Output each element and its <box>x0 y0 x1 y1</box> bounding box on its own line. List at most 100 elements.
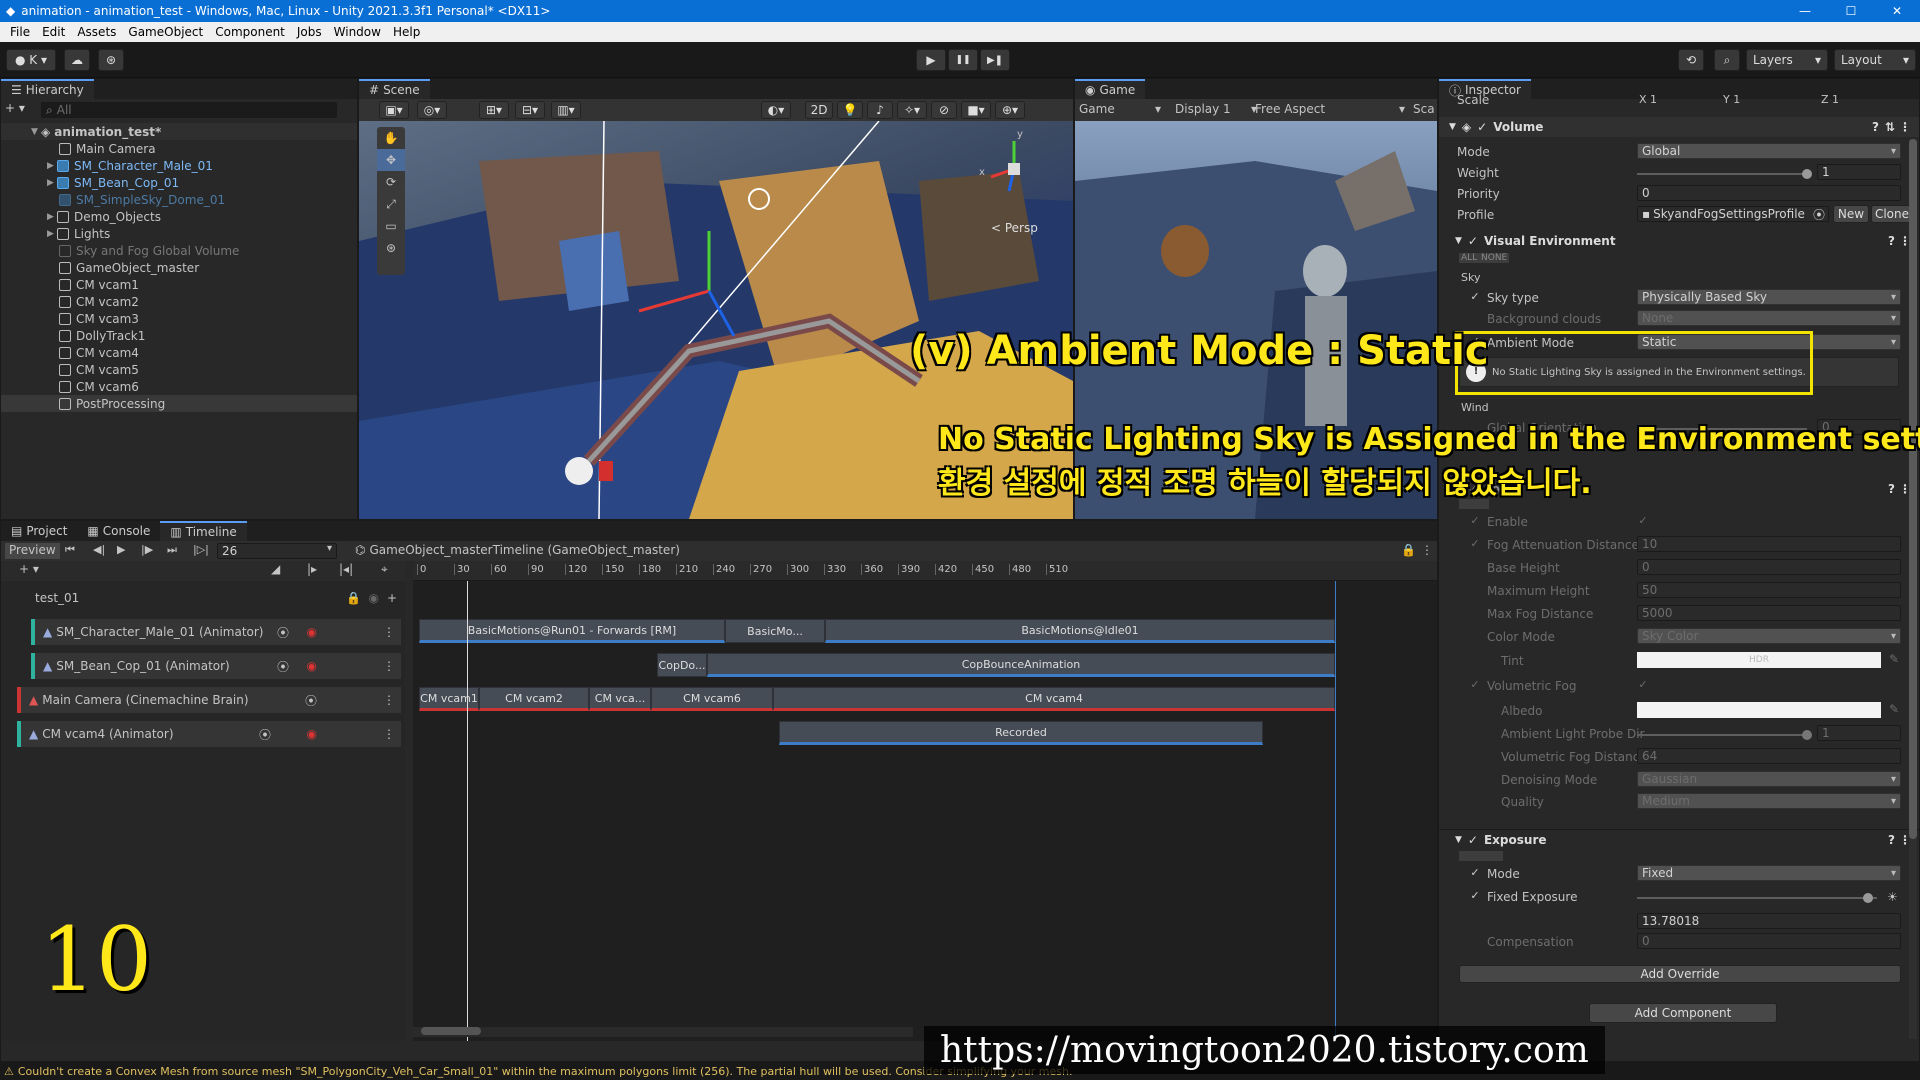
albedo-color-field[interactable] <box>1637 702 1881 718</box>
menu-help[interactable]: Help <box>387 25 426 39</box>
track-main-camera[interactable]: ▲ Main Camera (Cinemachine Brain) ⦿ ⋮ <box>17 687 401 713</box>
draw-mode-button[interactable]: ▣▾ <box>379 101 409 119</box>
weight-slider-track[interactable] <box>1637 173 1807 175</box>
mode-dropdown[interactable]: Global <box>1637 143 1901 159</box>
add-icon[interactable]: + <box>387 591 397 605</box>
visual-environment-header[interactable]: ▼ ✓ Visual Environment ? ⋮ <box>1439 231 1919 251</box>
lighting-toggle[interactable]: 💡 <box>837 101 863 119</box>
base-height-field[interactable]: 0 <box>1637 559 1901 575</box>
help-icon[interactable]: ? <box>1888 234 1895 248</box>
eyedropper-icon[interactable]: ✎ <box>1889 702 1899 716</box>
pause-button[interactable]: ❚❚ <box>948 49 978 71</box>
scale-y-field[interactable]: Y 1 <box>1723 93 1793 106</box>
clip-cm-vcam2[interactable]: CM vcam2 <box>479 687 589 711</box>
step-button[interactable]: ▶❚ <box>980 49 1010 71</box>
scale-x-field[interactable]: X 1 <box>1639 93 1709 106</box>
cloud-button[interactable]: ☁ <box>64 49 90 71</box>
fixed-exposure-field[interactable]: 13.78018 <box>1637 913 1901 929</box>
ripple-mode-icon[interactable]: |▸ <box>307 562 317 576</box>
menu-window[interactable]: Window <box>328 25 387 39</box>
max-fog-distance-field[interactable]: 5000 <box>1637 605 1901 621</box>
preset-icon[interactable]: ⇅ <box>1885 120 1895 134</box>
kebab-menu-icon[interactable]: ⋮ <box>383 659 395 673</box>
vol-fog-override-checkbox[interactable]: ✓ <box>1469 679 1481 691</box>
exposure-mode-dropdown[interactable]: Fixed <box>1637 865 1901 881</box>
clip-basicmo[interactable]: BasicMo... <box>725 619 825 643</box>
create-button[interactable]: + ▾ <box>5 101 35 119</box>
fixed-exposure-slider[interactable] <box>1637 897 1877 899</box>
lock-icon[interactable]: 🔒 <box>346 591 361 605</box>
hidden-objects-toggle[interactable]: ⊘ <box>931 101 957 119</box>
hierarchy-item[interactable]: CM vcam2 <box>1 293 139 310</box>
quality-dropdown[interactable]: Medium <box>1637 793 1901 809</box>
menu-assets[interactable]: Assets <box>71 25 122 39</box>
mode-2d-button[interactable]: 2D <box>805 101 833 119</box>
clip-cm-vcam1[interactable]: CM vcam1 <box>419 687 479 711</box>
denoising-mode-dropdown[interactable]: Gaussian <box>1637 771 1901 787</box>
kebab-menu-icon[interactable]: ⋮ <box>1421 543 1433 557</box>
hierarchy-item[interactable]: PostProcessing <box>1 395 357 412</box>
persp-label[interactable]: < Persp <box>991 221 1038 235</box>
scene-root-row[interactable]: ▼ ◈ animation_test* <box>1 123 357 140</box>
snap-icon[interactable]: ⌖ <box>381 562 388 577</box>
color-mode-dropdown[interactable]: Sky Color <box>1637 628 1901 644</box>
clips-area[interactable]: BasicMotions@Run01 - Forwards [RM] Basic… <box>413 581 1437 1041</box>
hierarchy-item[interactable]: DollyTrack1 <box>1 327 145 344</box>
vol-fog-distance-field[interactable]: 64 <box>1637 748 1901 764</box>
add-component-button[interactable]: Add Component <box>1589 1003 1777 1023</box>
camera-settings-button[interactable]: ■▾ <box>961 101 991 119</box>
clone-profile-button[interactable]: Clone <box>1871 205 1913 223</box>
tab-scene[interactable]: # Scene <box>359 79 430 99</box>
volume-enabled-checkbox[interactable]: ✓ <box>1477 120 1487 134</box>
hierarchy-item[interactable]: CM vcam6 <box>1 378 139 395</box>
exp-mode-override-checkbox[interactable]: ✓ <box>1469 867 1481 879</box>
close-button[interactable]: ✕ <box>1874 4 1920 18</box>
clip-edit-mode-icon[interactable]: ◢ <box>271 562 280 576</box>
rotate-tool-icon[interactable]: ⟳ <box>377 171 405 193</box>
tab-project[interactable]: ▤ Project <box>1 521 77 541</box>
track-sm-bean-cop[interactable]: ▲ SM_Bean_Cop_01 (Animator) ⦿ ◉ ⋮ <box>31 653 401 679</box>
priority-field[interactable]: 0 <box>1637 185 1901 201</box>
gizmos-button[interactable]: ⊕▾ <box>995 101 1025 119</box>
scale-tool-icon[interactable]: ⤢ <box>377 193 405 215</box>
tab-game[interactable]: ◉ Game <box>1075 79 1146 99</box>
hierarchy-item[interactable]: CM vcam5 <box>1 361 139 378</box>
sky-type-override-checkbox[interactable]: ✓ <box>1469 291 1481 303</box>
eye-icon[interactable]: ◉ <box>369 591 379 605</box>
kebab-menu-icon[interactable]: ⋮ <box>383 625 395 639</box>
record-icon[interactable]: ◉ <box>307 625 317 639</box>
hierarchy-item[interactable]: SM_SimpleSky_Dome_01 <box>1 191 225 208</box>
clip-idle[interactable]: BasicMotions@Idle01 <box>825 619 1335 643</box>
hand-tool-icon[interactable]: ✋ <box>377 127 405 149</box>
fog-atten-override-checkbox[interactable]: ✓ <box>1469 538 1481 550</box>
hierarchy-item[interactable]: Sky and Fog Global Volume <box>1 242 239 259</box>
rect-tool-icon[interactable]: ▭ <box>377 215 405 237</box>
track-cm-vcam4[interactable]: ▲ CM vcam4 (Animator) ⦿ ◉ ⋮ <box>17 721 401 747</box>
preview-button[interactable]: Preview <box>5 543 60 559</box>
search-button[interactable]: ⌕ <box>1714 49 1740 71</box>
fixed-exp-override-checkbox[interactable]: ✓ <box>1469 890 1481 902</box>
help-icon[interactable]: ? <box>1888 482 1895 496</box>
hierarchy-item[interactable]: CM vcam1 <box>1 276 139 293</box>
fixed-exposure-knob[interactable] <box>1863 893 1873 903</box>
maximum-height-field[interactable]: 50 <box>1637 582 1901 598</box>
object-picker-icon[interactable]: ⦿ <box>305 692 317 709</box>
help-icon[interactable]: ? <box>1888 833 1895 847</box>
ambient-probe-knob[interactable] <box>1802 730 1812 740</box>
time-ruler[interactable]: 0 30 60 90 120 150 180 210 240 270 300 330 360 390 420… <box>413 561 1437 581</box>
hierarchy-item[interactable]: CM vcam4 <box>1 344 139 361</box>
enable-override-checkbox[interactable]: ✓ <box>1469 515 1481 527</box>
tab-timeline[interactable]: ▥ Timeline <box>160 521 247 541</box>
sky-type-dropdown[interactable]: Physically Based Sky <box>1637 289 1901 305</box>
layout-dropdown[interactable]: Layout ▾ <box>1834 49 1916 71</box>
all-button[interactable]: ALL <box>1459 253 1480 263</box>
hierarchy-search-input[interactable]: ⌕ All <box>41 102 337 118</box>
clip-cm-vcam6[interactable]: CM vcam6 <box>651 687 773 711</box>
minimize-button[interactable]: — <box>1782 4 1828 18</box>
transform-tool-icon[interactable]: ⊛ <box>377 237 405 259</box>
ambient-probe-slider[interactable] <box>1637 734 1807 736</box>
menu-gameobject[interactable]: GameObject <box>122 25 209 39</box>
volume-component-header[interactable]: ▼ ◈ ✓ Volume ? ⇅ ⋮ <box>1439 117 1919 137</box>
orientation-gizmo[interactable]: x y <box>979 129 1049 209</box>
track-group-test-01[interactable]: test_01 🔒 ◉ + <box>1 585 405 611</box>
